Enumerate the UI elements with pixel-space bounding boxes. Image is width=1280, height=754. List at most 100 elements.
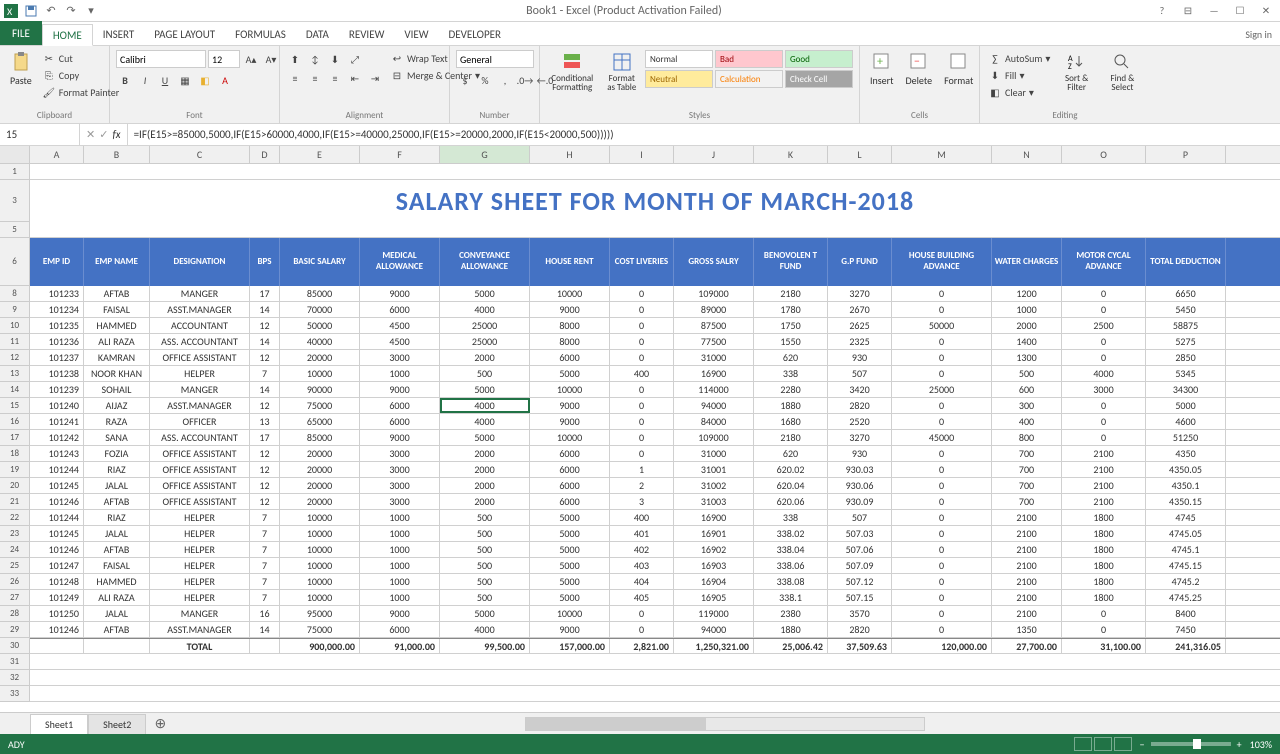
cell[interactable]: 338.04 bbox=[754, 542, 828, 557]
currency-icon[interactable]: $ bbox=[456, 71, 474, 89]
undo-icon[interactable]: ↶ bbox=[44, 4, 58, 18]
cell[interactable]: 5345 bbox=[1146, 366, 1226, 381]
cell[interactable]: RAZA bbox=[84, 414, 150, 429]
cell[interactable]: 620 bbox=[754, 350, 828, 365]
cell[interactable]: 930 bbox=[828, 350, 892, 365]
align-top-icon[interactable]: ⬆ bbox=[286, 50, 304, 68]
tab-home[interactable]: HOME bbox=[42, 24, 93, 46]
row-header[interactable]: 5 bbox=[0, 222, 30, 238]
cell[interactable]: HELPER bbox=[150, 542, 250, 557]
cell[interactable]: JALAL bbox=[84, 478, 150, 493]
cell[interactable]: 4500 bbox=[360, 334, 440, 349]
cell[interactable]: SANA bbox=[84, 430, 150, 445]
cell[interactable]: 0 bbox=[892, 606, 992, 621]
cell[interactable]: OFFICE ASSISTANT bbox=[150, 462, 250, 477]
cell[interactable]: 7 bbox=[250, 558, 280, 573]
cell[interactable]: 0 bbox=[610, 414, 674, 429]
row-header[interactable]: 18 bbox=[0, 446, 30, 462]
cell[interactable]: 101247 bbox=[30, 558, 84, 573]
cell[interactable]: ASST.MANAGER bbox=[150, 302, 250, 317]
format-cells-button[interactable]: Format bbox=[940, 50, 977, 89]
column-header[interactable]: L bbox=[828, 146, 892, 163]
cell[interactable]: 620.06 bbox=[754, 494, 828, 509]
cell[interactable]: 6000 bbox=[530, 446, 610, 461]
cell[interactable]: 12 bbox=[250, 350, 280, 365]
cell[interactable]: 700 bbox=[992, 494, 1062, 509]
cell[interactable]: 16900 bbox=[674, 366, 754, 381]
cell[interactable]: 90000 bbox=[280, 382, 360, 397]
cell[interactable]: 16902 bbox=[674, 542, 754, 557]
cell[interactable]: 6000 bbox=[530, 350, 610, 365]
cell[interactable]: 101233 bbox=[30, 286, 84, 301]
cell[interactable]: 507.15 bbox=[828, 590, 892, 605]
cell[interactable]: 400 bbox=[610, 366, 674, 381]
cell[interactable]: 9000 bbox=[530, 398, 610, 413]
total-cell[interactable]: 900,000.00 bbox=[280, 639, 360, 653]
row-header[interactable]: 24 bbox=[0, 542, 30, 558]
column-header[interactable]: P bbox=[1146, 146, 1226, 163]
cell[interactable]: 1800 bbox=[1062, 590, 1146, 605]
tab-data[interactable]: DATA bbox=[296, 23, 339, 45]
align-middle-icon[interactable]: ↕ bbox=[306, 50, 324, 68]
cell[interactable]: 10000 bbox=[530, 382, 610, 397]
cell[interactable]: HELPER bbox=[150, 590, 250, 605]
align-right-icon[interactable]: ≡ bbox=[326, 69, 344, 87]
cell[interactable]: 6000 bbox=[530, 478, 610, 493]
cell[interactable]: 75000 bbox=[280, 622, 360, 637]
cell[interactable]: 620.04 bbox=[754, 478, 828, 493]
row-header[interactable]: 26 bbox=[0, 574, 30, 590]
column-header[interactable]: B bbox=[84, 146, 150, 163]
row-header[interactable]: 8 bbox=[0, 286, 30, 302]
indent-inc-icon[interactable]: ⇥ bbox=[366, 69, 384, 87]
cell[interactable]: HELPER bbox=[150, 574, 250, 589]
row-header[interactable]: 30 bbox=[0, 638, 30, 654]
cell[interactable]: 5000 bbox=[530, 558, 610, 573]
row-header[interactable]: 10 bbox=[0, 318, 30, 334]
total-cell[interactable]: 27,700.00 bbox=[992, 639, 1062, 653]
cell[interactable]: 25000 bbox=[892, 382, 992, 397]
cell[interactable]: 0 bbox=[1062, 302, 1146, 317]
autosum-button[interactable]: ∑AutoSum ▾ bbox=[986, 50, 1052, 66]
cell[interactable]: 4350 bbox=[1146, 446, 1226, 461]
worksheet-grid[interactable]: 1356891011121314151617181920212223242526… bbox=[0, 164, 1280, 712]
cell[interactable]: 5000 bbox=[530, 510, 610, 525]
cell[interactable]: 8400 bbox=[1146, 606, 1226, 621]
cell[interactable]: 101246 bbox=[30, 542, 84, 557]
cell[interactable]: 401 bbox=[610, 526, 674, 541]
clear-button[interactable]: ◧Clear ▾ bbox=[986, 84, 1052, 100]
cell[interactable]: 101238 bbox=[30, 366, 84, 381]
format-painter-button[interactable]: 🖌Format Painter bbox=[40, 84, 121, 100]
row-header[interactable]: 21 bbox=[0, 494, 30, 510]
cell[interactable]: 77500 bbox=[674, 334, 754, 349]
cell[interactable]: 2100 bbox=[992, 590, 1062, 605]
row-header[interactable]: 27 bbox=[0, 590, 30, 606]
increase-font-icon[interactable]: A▴ bbox=[242, 50, 260, 68]
cell[interactable]: 0 bbox=[610, 398, 674, 413]
cell[interactable]: 4000 bbox=[1062, 366, 1146, 381]
cell[interactable]: 405 bbox=[610, 590, 674, 605]
total-cell[interactable]: 91,000.00 bbox=[360, 639, 440, 653]
align-left-icon[interactable]: ≡ bbox=[286, 69, 304, 87]
decrease-font-icon[interactable]: A▾ bbox=[262, 50, 280, 68]
cell[interactable]: 7 bbox=[250, 590, 280, 605]
fill-button[interactable]: ⬇Fill ▾ bbox=[986, 67, 1052, 83]
cell[interactable]: FAISAL bbox=[84, 302, 150, 317]
row-header[interactable]: 29 bbox=[0, 622, 30, 638]
cell[interactable]: 6650 bbox=[1146, 286, 1226, 301]
cell[interactable]: 2100 bbox=[1062, 462, 1146, 477]
cell[interactable]: 10000 bbox=[530, 606, 610, 621]
cell[interactable]: 1800 bbox=[1062, 558, 1146, 573]
cell[interactable]: 2280 bbox=[754, 382, 828, 397]
cell[interactable]: 507.12 bbox=[828, 574, 892, 589]
cell[interactable]: NOOR KHAN bbox=[84, 366, 150, 381]
cell[interactable]: 1350 bbox=[992, 622, 1062, 637]
cell[interactable]: 101237 bbox=[30, 350, 84, 365]
tab-developer[interactable]: DEVELOPER bbox=[439, 23, 511, 45]
cell[interactable]: 700 bbox=[992, 478, 1062, 493]
cell[interactable]: 75000 bbox=[280, 398, 360, 413]
cell[interactable]: 5000 bbox=[440, 382, 530, 397]
cell[interactable]: 3420 bbox=[828, 382, 892, 397]
cell[interactable]: 2000 bbox=[440, 462, 530, 477]
cell[interactable]: 6000 bbox=[360, 414, 440, 429]
zoom-slider[interactable] bbox=[1151, 742, 1231, 746]
